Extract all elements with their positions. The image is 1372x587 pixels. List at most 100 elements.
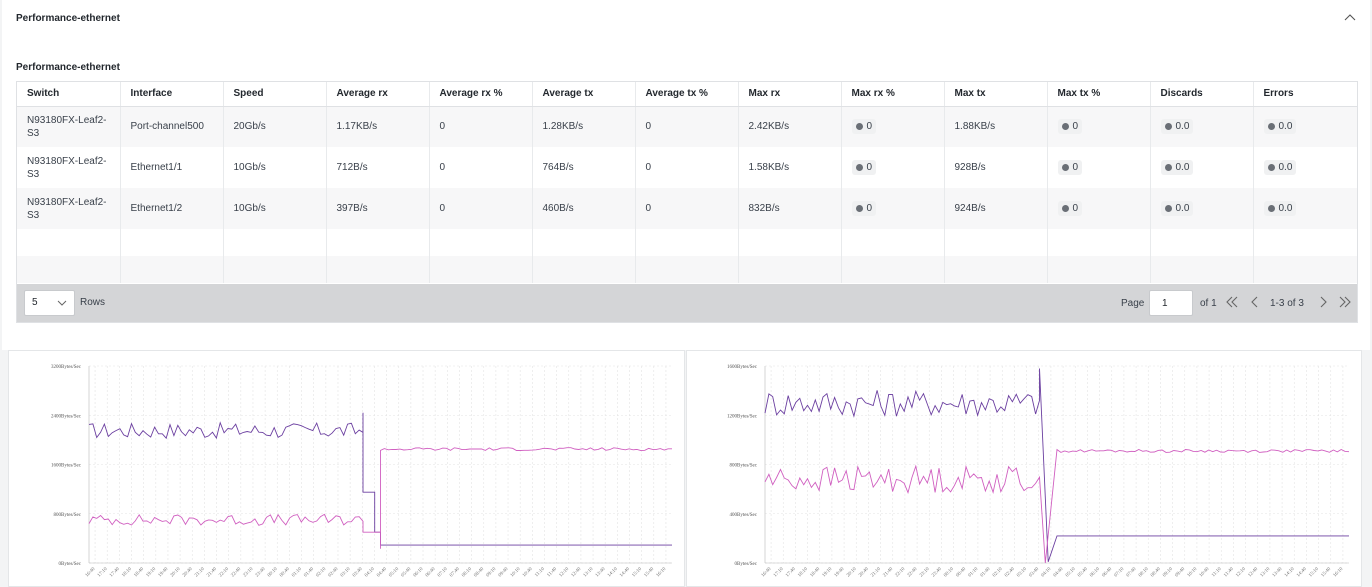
status-dot-icon	[1061, 123, 1069, 131]
y-tick-label: 0Bytes/Sec	[59, 562, 82, 567]
x-tick-label: 05:40	[1077, 567, 1089, 579]
x-tick-label: 22:40	[907, 567, 919, 579]
column-header-errors[interactable]: Errors	[1253, 82, 1357, 107]
errors-badge: 0.0	[1263, 201, 1297, 216]
x-tick-label: 10:40	[522, 567, 534, 579]
column-header-average-tx[interactable]: Average tx	[532, 82, 636, 107]
table-row[interactable]: N93180FX-Leaf2-S3 Port-channel500 20Gb/s…	[17, 106, 1357, 147]
next-page-icon[interactable]	[1316, 295, 1330, 309]
max-rx-pct-badge: 0	[851, 119, 877, 135]
page-number-input[interactable]	[1149, 290, 1193, 316]
x-tick-label: 10:10	[1187, 567, 1199, 579]
x-tick-label: 11:40	[547, 567, 559, 579]
column-header-max-rx-pct[interactable]: Max rx %	[841, 82, 945, 107]
x-tick-label: 17:40	[109, 567, 121, 579]
x-tick-label: 12:40	[571, 567, 583, 579]
cell-average-tx-pct: 0	[635, 147, 739, 188]
x-tick-label: 05:10	[1065, 567, 1077, 579]
cell-average-rx: 1.17KB/s	[326, 106, 430, 147]
column-header-switch[interactable]: Switch	[17, 82, 121, 107]
x-tick-label: 15:40	[644, 567, 656, 579]
x-tick-label: 00:10	[267, 567, 279, 579]
column-header-average-rx[interactable]: Average rx	[326, 82, 430, 107]
badge-value: 0.0	[1175, 162, 1190, 173]
x-tick-label: 04:10	[364, 567, 376, 579]
column-header-discards[interactable]: Discards	[1150, 82, 1254, 107]
y-tick-label: 3200Bytes/Sec	[51, 365, 82, 370]
column-header-max-tx-pct[interactable]: Max tx %	[1047, 82, 1151, 107]
x-tick-label: 20:10	[846, 567, 858, 579]
section-title: Performance-ethernet	[16, 62, 120, 73]
badge-value: 0.0	[1175, 203, 1190, 214]
table-header-row: Switch Interface Speed Average rx Averag…	[17, 82, 1357, 107]
column-header-average-rx-pct[interactable]: Average rx %	[429, 82, 533, 107]
x-tick-label: 11:10	[1211, 567, 1223, 579]
table-row[interactable]: N93180FX-Leaf2-S3 Ethernet1/2 10Gb/s 397…	[17, 188, 1357, 229]
y-tick-label: 1600Bytes/Sec	[51, 464, 82, 469]
badge-value: 0	[866, 203, 873, 214]
x-tick-label: 14:10	[607, 567, 619, 579]
x-tick-label: 22:10	[895, 567, 907, 579]
status-dot-icon	[1061, 205, 1069, 212]
x-tick-label: 03:10	[340, 567, 352, 579]
table-row[interactable]: N93180FX-Leaf2-S3 Ethernet1/1 10Gb/s 712…	[17, 147, 1357, 188]
badge-value: 0	[866, 121, 873, 133]
x-tick-label: 18:10	[121, 567, 133, 579]
x-tick-label: 07:40	[1126, 567, 1138, 579]
x-tick-label: 16:40	[85, 567, 97, 579]
status-dot-icon	[1061, 164, 1069, 171]
collapse-chevron-up-icon[interactable]	[1342, 10, 1358, 26]
column-header-max-rx[interactable]: Max rx	[738, 82, 842, 107]
x-tick-label: 13:40	[1272, 567, 1284, 579]
y-tick-label: 2400Bytes/Sec	[51, 414, 82, 419]
x-tick-label: 07:10	[437, 567, 449, 579]
status-dot-icon	[1164, 164, 1172, 171]
x-tick-label: 17:40	[785, 567, 797, 579]
rows-per-page-select[interactable]: 5	[24, 290, 75, 316]
previous-page-icon[interactable]	[1248, 295, 1262, 309]
x-tick-label: 02:40	[1004, 567, 1016, 579]
column-header-max-tx[interactable]: Max tx	[944, 82, 1048, 107]
badge-value: 0.0	[1278, 162, 1293, 173]
x-tick-label: 06:10	[1089, 567, 1101, 579]
x-tick-label: 12:10	[1235, 567, 1247, 579]
cell-interface: Ethernet1/1	[120, 147, 224, 188]
x-tick-label: 04:40	[1053, 567, 1065, 579]
page-count-label: of 1	[1200, 298, 1217, 309]
last-page-icon[interactable]	[1338, 295, 1352, 309]
status-dot-icon	[855, 205, 863, 212]
x-tick-label: 18:10	[797, 567, 809, 579]
x-tick-label: 16:10	[656, 567, 668, 579]
x-tick-label: 14:40	[1296, 567, 1308, 579]
x-tick-label: 12:40	[1248, 567, 1260, 579]
x-tick-label: 19:40	[158, 567, 170, 579]
x-tick-label: 22:10	[219, 567, 231, 579]
cell-average-tx-pct: 0	[635, 106, 739, 147]
x-tick-label: 22:40	[231, 567, 243, 579]
x-tick-label: 20:40	[182, 567, 194, 579]
first-page-icon[interactable]	[1225, 295, 1239, 309]
column-header-interface[interactable]: Interface	[120, 82, 224, 107]
x-tick-label: 03:10	[1016, 567, 1028, 579]
x-tick-label: 14:40	[619, 567, 631, 579]
traffic-chart-left-svg: 0Bytes/Sec 800Bytes/Sec 1600Bytes/Sec 2400B…	[51, 365, 672, 579]
x-tick-label: 01:10	[291, 567, 303, 579]
column-header-speed[interactable]: Speed	[223, 82, 327, 107]
x-tick-label: 06:40	[1102, 567, 1114, 579]
x-tick-label: 17:10	[97, 567, 109, 579]
max-rx-pct-badge: 0	[851, 160, 877, 175]
y-tick-label: 1600Bytes/Sec	[727, 365, 758, 370]
x-tick-label: 09:40	[498, 567, 510, 579]
x-tick-label: 21:10	[194, 567, 206, 579]
x-tick-label: 01:10	[968, 567, 980, 579]
traffic-chart-right-svg: 0Bytes/Sec 400Bytes/Sec 800Bytes/Sec 1200By…	[727, 365, 1350, 579]
badge-value: 0	[1072, 121, 1079, 133]
x-tick-label: 18:40	[133, 567, 145, 579]
x-tick-label: 13:10	[1260, 567, 1272, 579]
x-tick-label: 09:40	[1175, 567, 1187, 579]
x-tick-label: 08:40	[1150, 567, 1162, 579]
x-tick-label: 21:40	[883, 567, 895, 579]
column-header-average-tx-pct[interactable]: Average tx %	[635, 82, 739, 107]
badge-value: 0	[1072, 203, 1079, 214]
x-tick-label: 11:10	[534, 567, 546, 579]
